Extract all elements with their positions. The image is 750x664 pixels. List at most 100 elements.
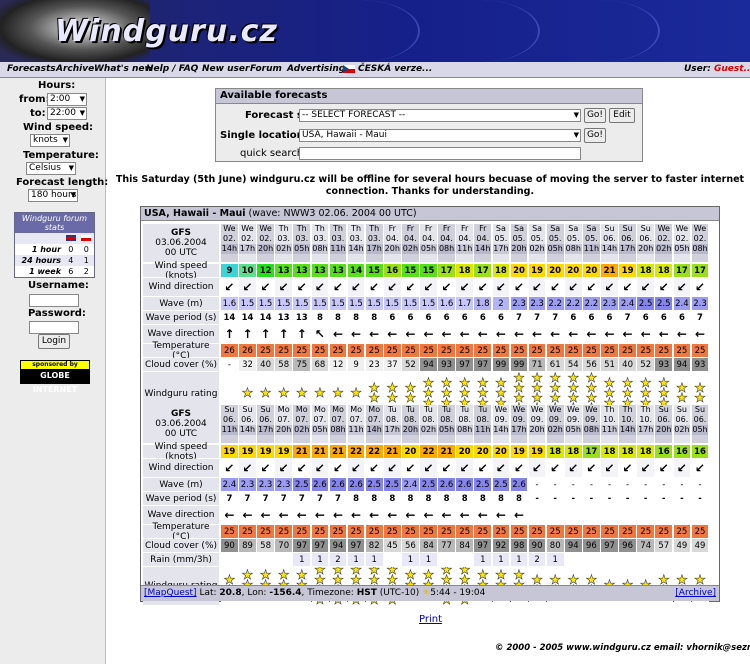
period-cell: - — [655, 492, 674, 505]
menu-advertising[interactable]: Advertising — [287, 64, 345, 74]
day-date: 05. — [548, 234, 562, 243]
hours-from-select[interactable]: 2:00 — [47, 93, 87, 106]
hour: 05h — [673, 244, 691, 254]
wave-cell: 2.5 — [420, 478, 438, 491]
menu-forecasts[interactable]: Forecasts — [7, 64, 56, 74]
wind-cell: 16 — [673, 445, 692, 458]
password-input[interactable] — [29, 321, 79, 334]
day-date: 02. — [259, 234, 272, 243]
guest-link[interactable]: Guest... — [714, 64, 750, 74]
menu-czech-version[interactable]: ČESKÁ verze... — [343, 64, 432, 74]
stats-en-count: 4 — [63, 255, 79, 266]
time-header: We 09. 08h — [583, 405, 601, 443]
dir-cell: ↙ — [383, 459, 402, 477]
wind-speed-select[interactable]: knots — [30, 134, 70, 147]
period-cell: 6 — [420, 311, 438, 324]
single-location-select[interactable]: USA, Hawaii - Maui — [299, 129, 581, 142]
period-cell: - — [546, 492, 565, 505]
period-cell: - — [564, 492, 583, 505]
wave-cell: - — [564, 478, 583, 491]
menu-help-faq[interactable]: Help / FAQ — [146, 64, 198, 74]
mapquest-link[interactable]: [MapQuest] — [144, 588, 197, 598]
wave-cell: 1.5 — [329, 297, 348, 310]
day-date: 05. — [530, 234, 544, 243]
rating-star-icon: ★ — [314, 386, 326, 401]
cloud-cell: 68 — [311, 358, 330, 371]
cloud-cell: 52 — [637, 358, 656, 371]
hour: 11h — [474, 425, 492, 435]
wind-cell: 15 — [420, 264, 438, 277]
wave-cell: - — [601, 478, 619, 491]
day-name: Mo — [277, 405, 290, 414]
cloud-cell: 58 — [275, 358, 294, 371]
forecast-sets-go-button[interactable]: Go! — [584, 108, 606, 123]
dir-cell: ↙ — [601, 278, 619, 296]
hours-to-select[interactable]: 22:00 — [47, 107, 87, 120]
dir-cell: ↙ — [583, 459, 601, 477]
username-input[interactable] — [29, 294, 79, 307]
dir-cell: ↙ — [474, 278, 493, 296]
hour: 02h — [528, 244, 546, 254]
cloud-cell: 89 — [239, 539, 257, 552]
temp-cell: 25 — [456, 525, 475, 538]
wave-cell: 1.5 — [311, 297, 330, 310]
forecast-length-select[interactable]: 180 hours — [28, 189, 78, 202]
day-name: We — [585, 405, 598, 414]
dir-cell: ↙ — [293, 278, 312, 296]
forecast-sets-edit-button[interactable]: Edit — [609, 108, 635, 123]
wind-cell: 17 — [438, 264, 456, 277]
main-menu: Forecasts Archive What's new Help / FAQ … — [0, 62, 750, 78]
menu-whats-new[interactable]: What's new — [94, 64, 153, 74]
temp-cell: 25 — [347, 344, 366, 357]
globe-internet-logo: GLOBE INTERNET — [21, 369, 89, 394]
single-location-go-button[interactable]: Go! — [584, 128, 606, 143]
hour: 17h — [257, 425, 274, 435]
day-date: 07. — [367, 415, 381, 424]
dir-cell: ↙ — [420, 278, 438, 296]
cloud-cell: 57 — [655, 539, 674, 552]
temp-cell: 25 — [510, 344, 529, 357]
wavedir-cell: ← — [474, 506, 493, 524]
cloud-cell: 96 — [619, 539, 637, 552]
time-header: Su 06. 17h — [257, 405, 275, 443]
offline-notice: This Saturday (5th June) windguru.cz wil… — [115, 174, 745, 197]
wave-cell: 2.5 — [492, 478, 511, 491]
time-header: Fr 04. 05h — [420, 224, 438, 262]
menu-archive[interactable]: Archive — [56, 64, 94, 74]
forecast-sets-select[interactable]: -- SELECT FORECAST -- — [299, 109, 581, 122]
menu-new-user[interactable]: New user — [202, 64, 249, 74]
cloud-cell: 77 — [438, 539, 456, 552]
dir-cell: ↙ — [311, 278, 330, 296]
time-header: Su 06. 14h — [601, 224, 619, 262]
wind-cell: 19 — [275, 445, 294, 458]
day-date: 06. — [657, 415, 671, 424]
wind-cell: 21 — [601, 264, 619, 277]
site-logo[interactable]: Windguru.cz — [55, 14, 278, 49]
cloud-cell: 40 — [257, 358, 275, 371]
quick-search-input[interactable] — [299, 147, 581, 160]
archive-link[interactable]: [Archive] — [675, 588, 716, 598]
day-name: We — [657, 224, 670, 233]
hour: 20h — [528, 425, 546, 435]
print-link[interactable]: Print — [419, 614, 442, 625]
day-name: Mo — [368, 405, 381, 414]
temp-cell: 25 — [474, 525, 493, 538]
day-name: We — [512, 405, 526, 414]
day-name: Th — [278, 224, 289, 233]
cloud-cell: 61 — [546, 358, 565, 371]
dir-cell: ↙ — [619, 278, 637, 296]
period-cell: 7 — [691, 311, 710, 324]
dir-cell: ↙ — [655, 459, 674, 477]
wave-cell: 2.5 — [637, 297, 656, 310]
dir-cell: ↙ — [311, 459, 330, 477]
login-button[interactable]: Login — [38, 334, 70, 349]
menu-forum[interactable]: Forum — [250, 64, 282, 74]
cloud-cell: 9 — [347, 358, 366, 371]
day-date: 09. — [530, 415, 544, 424]
sponsor-banner[interactable]: sponsored by GLOBE INTERNET — [20, 360, 90, 394]
wavedir-cell: ← — [492, 325, 511, 343]
day-date: 08. — [422, 415, 435, 424]
period-cell: 6 — [438, 311, 456, 324]
cloud-cell: 97 — [601, 539, 619, 552]
temperature-select[interactable]: Celsius — [26, 162, 76, 175]
